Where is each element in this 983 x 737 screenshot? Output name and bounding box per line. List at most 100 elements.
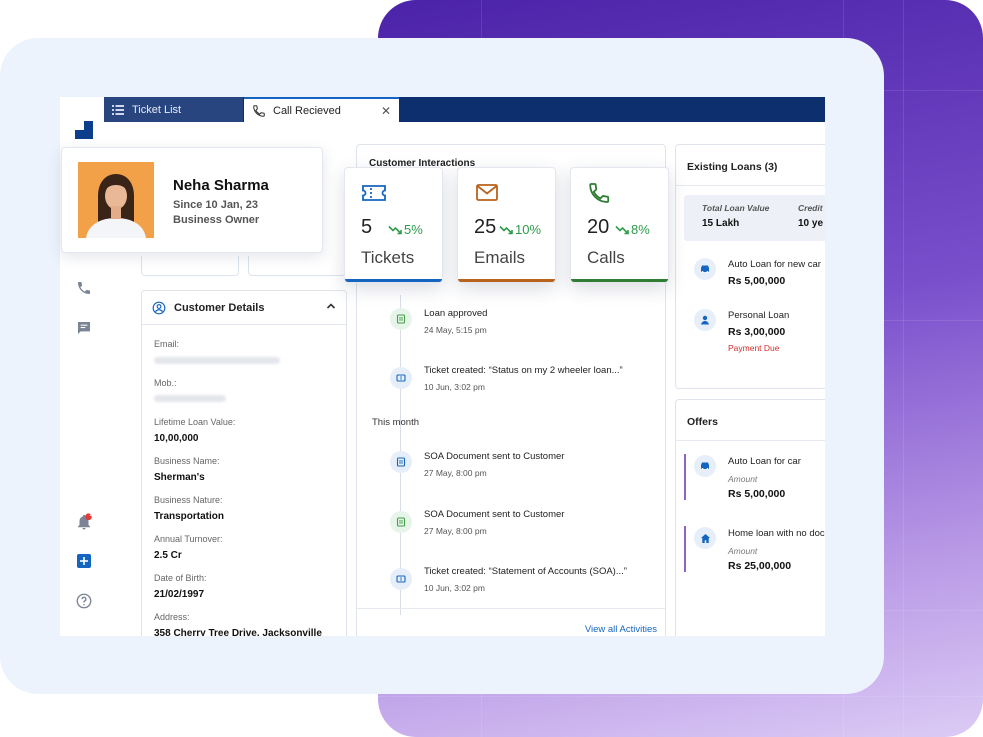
divider — [676, 185, 825, 186]
field-value: Sherman's — [154, 472, 205, 483]
nav-bell-icon[interactable]: 4 — [74, 512, 94, 532]
nav-chat-icon[interactable] — [74, 318, 94, 338]
field-label: Lifetime Loan Value: — [154, 417, 236, 427]
summary-label: Total Loan Value — [702, 203, 770, 213]
interaction-date: 10 Jun, 3:02 pm — [424, 583, 485, 593]
stat-underline — [571, 279, 668, 282]
marketing-stage: Ticket List Call Recieved ✕ 4 Customer D… — [0, 0, 983, 737]
loan-name: Auto Loan for new car — [728, 259, 821, 270]
offer-name: Home loan with no doc — [728, 528, 825, 539]
offer-accent — [684, 454, 686, 500]
nav-phone-icon[interactable] — [74, 278, 94, 298]
panel-title: Existing Loans (3) — [687, 161, 778, 173]
offer-amount: Rs 25,00,000 — [728, 560, 792, 572]
field-label: Address: — [154, 612, 190, 622]
person-icon — [694, 309, 716, 331]
phone-icon — [252, 104, 266, 118]
user-circle-icon — [152, 301, 166, 315]
field-value: 358 Cherry Tree Drive, Jacksonville — [154, 628, 322, 636]
customer-profile-card: Neha Sharma Since 10 Jan, 23 Business Ow… — [61, 147, 323, 253]
document-icon — [390, 308, 412, 330]
chevron-up-icon[interactable] — [326, 301, 336, 314]
notification-badge: 4 — [89, 513, 93, 519]
field-value: 21/02/1997 — [154, 589, 205, 600]
field-value: 2.5 Cr — [154, 550, 182, 561]
tab-label: Call Recieved — [273, 104, 341, 117]
close-icon[interactable]: ✕ — [381, 104, 391, 118]
field-label-email: Email: — [154, 339, 180, 349]
stat-trend-value: 10% — [515, 222, 542, 237]
document-icon — [390, 451, 412, 473]
list-icon — [111, 103, 125, 117]
nav-add-icon[interactable] — [74, 551, 94, 571]
stat-card-calls[interactable]: 20 8% Calls — [570, 167, 669, 283]
phone-icon — [589, 183, 610, 203]
tab-ticket-list[interactable]: Ticket List — [104, 97, 243, 122]
loan-amount: Rs 5,00,000 — [728, 275, 786, 287]
customer-details-header[interactable]: Customer Details — [142, 291, 346, 325]
loan-name: Personal Loan — [728, 310, 790, 321]
offer-name: Auto Loan for car — [728, 456, 801, 467]
interaction-date: 27 May, 8:00 pm — [424, 526, 487, 536]
interaction-date: 27 May, 8:00 pm — [424, 468, 487, 478]
loan-summary: Total Loan Value 15 Lakh Credit 10 ye — [684, 195, 825, 241]
panel-title: Offers — [687, 416, 718, 428]
offer-amount: Rs 5,00,000 — [728, 488, 786, 500]
summary-label: Credit — [798, 203, 823, 213]
customer-since: Since 10 Jan, 23 — [173, 199, 258, 211]
interaction-date: 10 Jun, 3:02 pm — [424, 382, 485, 392]
document-icon — [390, 511, 412, 533]
trend-down-icon — [499, 225, 513, 234]
avatar — [78, 162, 154, 238]
field-label: Annual Turnover: — [154, 534, 223, 544]
field-label: Business Name: — [154, 456, 220, 466]
field-label: Date of Birth: — [154, 573, 207, 583]
card-stub — [141, 256, 239, 276]
existing-loans-panel: Existing Loans (3) Total Loan Value 15 L… — [675, 144, 825, 389]
summary-value: 15 Lakh — [702, 218, 740, 229]
customer-role: Business Owner — [173, 214, 260, 226]
stat-label: Tickets — [361, 248, 415, 267]
stat-value: 25 — [474, 216, 497, 238]
mail-icon — [476, 184, 498, 201]
tab-call-received[interactable]: Call Recieved ✕ — [244, 97, 399, 122]
stat-trend-value: 5% — [404, 222, 423, 237]
interaction-title: SOA Document sent to Customer — [424, 451, 565, 462]
stat-card-emails[interactable]: 25 10% Emails — [457, 167, 556, 283]
email-value-redacted — [154, 357, 280, 364]
field-label-mobile: Mob.: — [154, 378, 177, 388]
payment-due-status: Payment Due — [728, 343, 780, 353]
trend-down-icon — [615, 225, 629, 234]
section-label: This month — [372, 417, 419, 428]
ticket-icon — [362, 185, 386, 201]
customer-details-panel: Customer Details Email: Mob.: Lifetime L… — [141, 290, 347, 636]
stat-trend: 5% — [388, 222, 423, 237]
stat-trend: 10% — [499, 222, 541, 237]
ticket-icon — [390, 367, 412, 389]
field-value: Transportation — [154, 511, 225, 522]
nav-help-icon[interactable] — [74, 591, 94, 611]
tab-bar: Ticket List Call Recieved ✕ — [104, 97, 825, 122]
ticket-icon — [390, 568, 412, 590]
mobile-value-redacted — [154, 395, 226, 402]
stat-trend-value: 8% — [631, 222, 650, 237]
card-stub — [248, 256, 346, 276]
interaction-title: Ticket created: “Status on my 2 wheeler … — [424, 365, 623, 376]
divider — [676, 440, 825, 441]
stat-value: 5 — [361, 216, 373, 238]
car-icon — [694, 258, 716, 280]
view-all-activities-link[interactable]: View all Activities — [585, 624, 657, 635]
field-label: Business Nature: — [154, 495, 223, 505]
interaction-title: Loan approved — [424, 308, 488, 319]
field-value: 10,00,000 — [154, 433, 199, 444]
customer-name: Neha Sharma — [173, 177, 269, 194]
app-logo — [75, 121, 93, 139]
amount-label: Amount — [728, 474, 758, 484]
stat-label: Calls — [587, 248, 625, 267]
divider — [357, 608, 665, 609]
offers-panel: Offers Auto Loan for car Amount Rs 5,00,… — [675, 399, 825, 636]
stat-underline — [458, 279, 555, 282]
panel-title: Customer Details — [174, 301, 265, 314]
stat-card-tickets[interactable]: 5 5% Tickets — [344, 167, 443, 283]
summary-value: 10 ye — [798, 218, 824, 229]
